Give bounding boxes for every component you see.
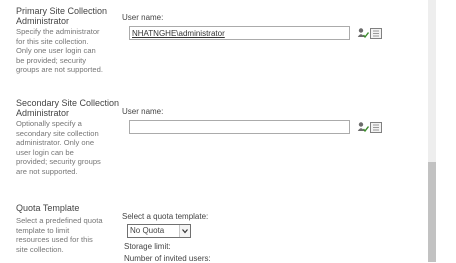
secondary-admin-title-line2: Administrator xyxy=(16,108,70,118)
quota-desc-line: resources used for this xyxy=(16,235,93,245)
scrollbar-thumb[interactable] xyxy=(428,162,436,262)
secondary-desc-line: administrator. Only one xyxy=(16,138,95,148)
secondary-admin-description: Optionally specify a secondary site coll… xyxy=(16,119,114,177)
primary-desc-line: Only one user login can xyxy=(16,46,96,56)
quota-template-title: Quota Template xyxy=(16,203,80,213)
dropdown-arrow[interactable] xyxy=(179,225,190,237)
check-names-icon[interactable] xyxy=(357,27,369,39)
address-book-icon[interactable] xyxy=(370,122,382,133)
vertical-scrollbar[interactable] xyxy=(428,0,436,262)
quota-desc-line: Select a predefined quota xyxy=(16,216,103,225)
primary-user-value[interactable]: NHATNGHE\administrator xyxy=(132,29,225,38)
primary-user-name-label: User name: xyxy=(122,13,164,22)
primary-desc-line: Specify the administrator xyxy=(16,27,100,36)
address-book-icon[interactable] xyxy=(370,28,382,39)
primary-admin-description: Specify the administrator for this site … xyxy=(16,27,114,75)
primary-admin-title-line1: Primary Site Collection xyxy=(16,6,108,16)
quota-selected-value: No Quota xyxy=(130,226,165,235)
quota-select-label: Select a quota template: xyxy=(122,212,209,221)
check-names-icon[interactable] xyxy=(357,121,369,133)
storage-limit-label: Storage limit: xyxy=(124,242,171,251)
primary-admin-title-line2: Administrator xyxy=(16,16,70,26)
page: { "primary": { "title_line1": "Primary S… xyxy=(0,0,456,263)
quota-desc-line: template to limit xyxy=(16,225,70,235)
secondary-admin-title-line1: Secondary Site Collection xyxy=(16,98,120,108)
secondary-user-name-label: User name: xyxy=(122,107,164,116)
quota-template-select[interactable]: No Quota xyxy=(127,224,191,238)
secondary-user-name-input[interactable] xyxy=(129,120,350,134)
quota-desc-line: site collection. xyxy=(16,244,64,254)
primary-desc-line: for this site collection. xyxy=(16,36,89,46)
secondary-desc-line: are not supported. xyxy=(16,166,78,176)
primary-desc-line: groups are not supported. xyxy=(16,65,103,75)
quota-template-description: Select a predefined quota template to li… xyxy=(16,216,114,254)
secondary-desc-line: provided; security groups xyxy=(16,157,101,167)
chevron-down-icon xyxy=(182,229,188,234)
primary-user-name-input[interactable]: NHATNGHE\administrator xyxy=(129,26,350,40)
primary-desc-line: be provided; security xyxy=(16,55,87,65)
secondary-desc-line: Optionally specify a xyxy=(16,119,82,128)
secondary-desc-line: secondary site collection xyxy=(16,128,99,138)
secondary-desc-line: user login can be xyxy=(16,147,74,157)
